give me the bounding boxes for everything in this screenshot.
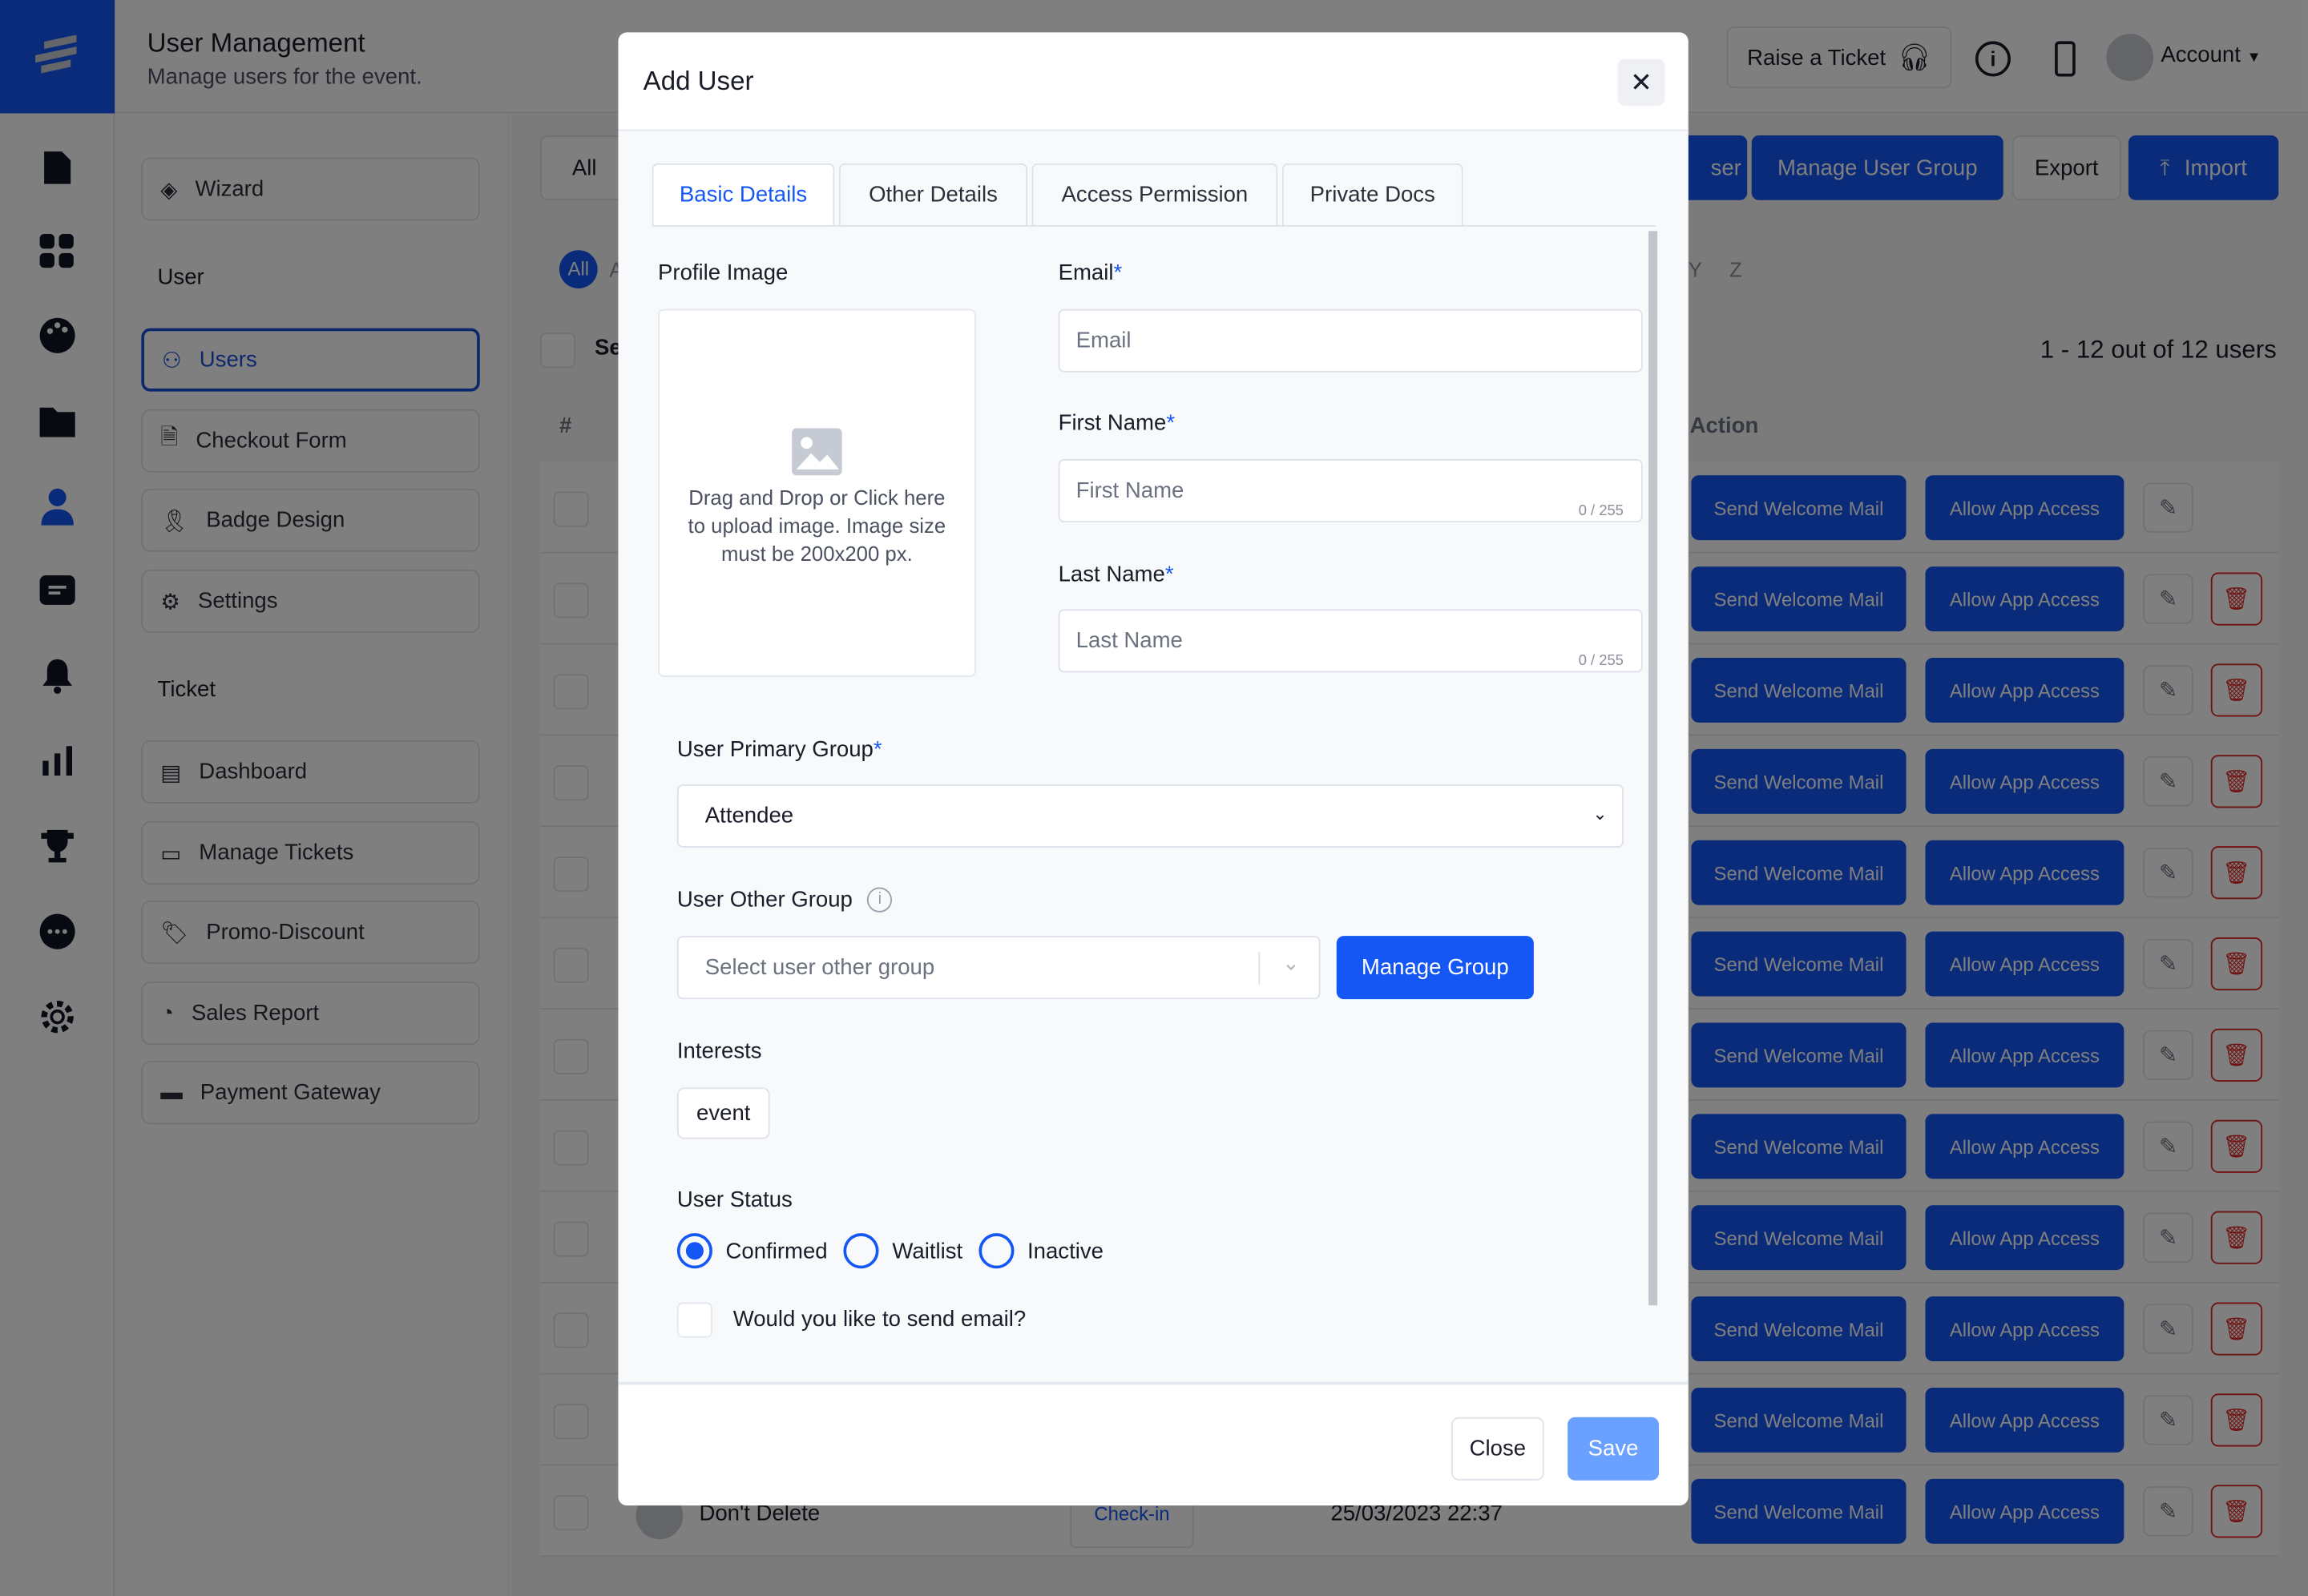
save-button[interactable]: Save: [1568, 1417, 1659, 1481]
user-status-radios: Confirmed Waitlist Inactive: [676, 1233, 1120, 1269]
radio-label: Confirmed: [725, 1238, 828, 1264]
user-status-label: User Status: [676, 1187, 793, 1213]
first-name-placeholder: First Name: [1075, 478, 1184, 504]
send-email-label: Would you like to send email?: [732, 1307, 1027, 1332]
close-icon[interactable]: ✕: [1617, 58, 1665, 107]
chevron-down-icon: ⌄: [1592, 803, 1608, 824]
radio-label: Waitlist: [892, 1238, 963, 1264]
interest-chip[interactable]: event: [676, 1087, 770, 1139]
profile-image-dropzone[interactable]: Drag and Drop or Click here to upload im…: [658, 308, 976, 677]
interests-label: Interests: [676, 1038, 762, 1064]
divider: [1258, 952, 1261, 985]
scrollbar-track[interactable]: [1648, 231, 1658, 1306]
tab-private-docs[interactable]: Private Docs: [1281, 163, 1463, 226]
primary-group-value: Attendee: [704, 803, 794, 829]
email-field[interactable]: Email: [1058, 308, 1643, 373]
radio-confirmed[interactable]: [676, 1233, 712, 1269]
info-icon[interactable]: i: [867, 887, 893, 913]
tab-access-permission[interactable]: Access Permission: [1031, 163, 1278, 226]
image-icon: [792, 428, 842, 476]
profile-image-label: Profile Image: [658, 260, 789, 286]
modal-footer: Close Save: [618, 1381, 1689, 1505]
manage-group-button[interactable]: Manage Group: [1336, 936, 1534, 1000]
char-counter: 0 / 255: [1578, 653, 1624, 670]
other-group-select[interactable]: Select user other group ⌄: [676, 936, 1321, 1000]
close-button[interactable]: Close: [1451, 1417, 1544, 1481]
chevron-down-icon: ⌄: [1282, 950, 1300, 974]
char-counter: 0 / 255: [1578, 503, 1624, 520]
last-name-field[interactable]: Last Name 0 / 255: [1058, 609, 1643, 673]
last-name-placeholder: Last Name: [1075, 628, 1183, 654]
send-email-checkbox[interactable]: [676, 1302, 712, 1338]
radio-label: Inactive: [1027, 1238, 1104, 1264]
first-name-field[interactable]: First Name 0 / 255: [1058, 459, 1643, 523]
first-name-label: First Name*: [1058, 410, 1176, 436]
modal-title: Add User: [643, 66, 754, 96]
tab-other-details[interactable]: Other Details: [838, 163, 1028, 226]
last-name-label: Last Name*: [1058, 562, 1174, 587]
primary-group-select[interactable]: Attendee ⌄: [676, 784, 1624, 848]
radio-inactive[interactable]: [978, 1233, 1015, 1269]
primary-group-label: User Primary Group*: [676, 737, 882, 763]
upload-instructions: Drag and Drop or Click here to upload im…: [688, 486, 946, 566]
tab-basic-details[interactable]: Basic Details: [652, 163, 835, 226]
add-user-modal: Add User ✕ Basic Details Other Details A…: [618, 32, 1689, 1505]
other-group-placeholder: Select user other group: [704, 955, 935, 981]
radio-waitlist[interactable]: [843, 1233, 879, 1269]
other-group-label: User Other Group i: [677, 887, 893, 913]
email-label: Email*: [1058, 260, 1123, 286]
email-placeholder: Email: [1075, 328, 1132, 353]
